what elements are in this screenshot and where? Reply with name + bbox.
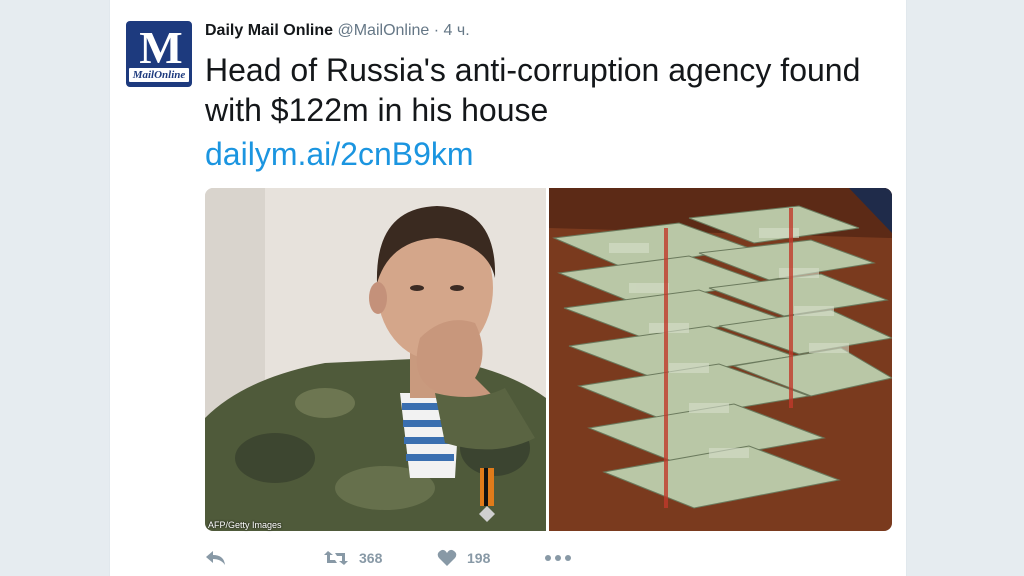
retweet-button[interactable]: 368 xyxy=(323,544,382,572)
more-button[interactable] xyxy=(544,544,572,572)
tweet-text-block: Head of Russia's anti-corruption agency … xyxy=(205,50,885,174)
tweet-link[interactable]: dailym.ai/2cnB9km xyxy=(205,134,885,174)
left-photo xyxy=(205,188,546,531)
media-image xyxy=(205,188,892,531)
avatar-monogram: M xyxy=(139,22,182,73)
tweet-media[interactable] xyxy=(205,188,892,531)
like-count: 198 xyxy=(467,550,491,566)
more-dots-icon xyxy=(545,555,571,561)
tweet-actions: 368 198 xyxy=(205,544,585,572)
heart-icon xyxy=(437,549,457,566)
avatar-wordmark: MailOnline xyxy=(129,68,189,82)
author-name[interactable]: Daily Mail Online xyxy=(205,22,333,39)
retweet-count: 368 xyxy=(359,550,383,566)
media-credit: AFP/Getty Images xyxy=(208,520,282,530)
tweet-card[interactable]: M MailOnline Daily Mail Online @MailOnli… xyxy=(109,0,907,576)
tweet-timestamp[interactable]: 4 ч. xyxy=(444,22,470,39)
meta-separator: · xyxy=(433,22,440,39)
right-photo xyxy=(549,188,892,531)
like-button[interactable]: 198 xyxy=(437,544,490,572)
author-handle[interactable]: @MailOnline xyxy=(337,22,429,39)
media-divider xyxy=(546,188,549,531)
retweet-icon xyxy=(324,551,348,565)
reply-icon xyxy=(206,551,225,565)
tweet-header: Daily Mail Online @MailOnline · 4 ч. xyxy=(205,21,470,41)
reply-button[interactable] xyxy=(205,544,227,572)
tweet-text: Head of Russia's anti-corruption agency … xyxy=(205,52,861,128)
avatar[interactable]: M MailOnline xyxy=(126,21,192,87)
